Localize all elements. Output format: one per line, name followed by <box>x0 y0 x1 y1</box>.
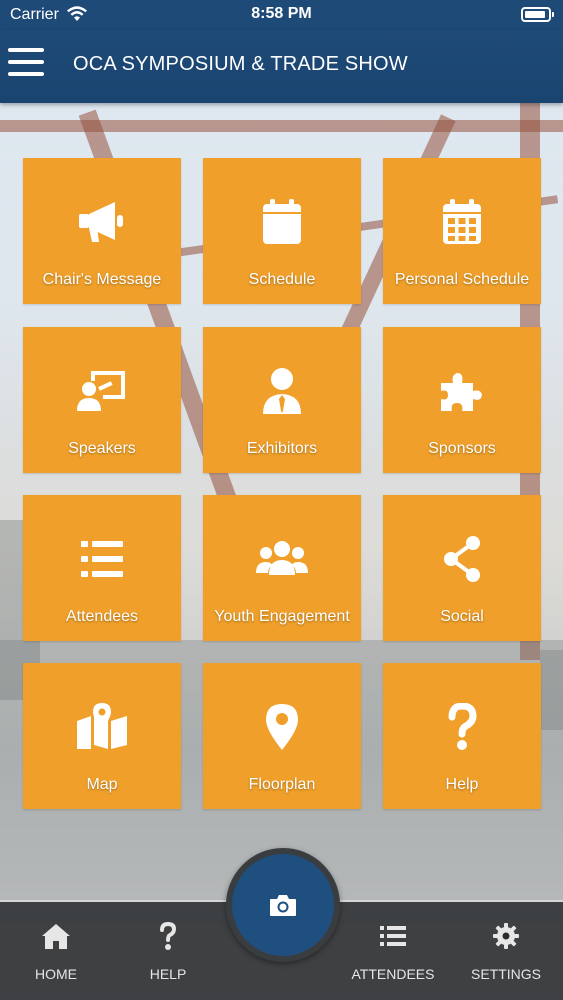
app-title: OCA SYMPOSIUM & TRADE SHOW <box>73 53 408 75</box>
tile-label: Social <box>440 608 484 625</box>
tile-map[interactable]: Map <box>23 663 181 809</box>
map-icon <box>75 703 129 751</box>
tile-label: Map <box>86 776 118 793</box>
share-icon <box>435 535 489 583</box>
tile-label: Speakers <box>68 440 136 457</box>
list-icon <box>380 926 406 946</box>
group-icon <box>255 535 309 583</box>
clock: 8:58 PM <box>251 5 312 22</box>
status-bar: Carrier 8:58 PM <box>0 0 563 30</box>
tile-social[interactable]: Social <box>383 495 541 641</box>
gear-icon <box>493 923 519 949</box>
tile-label: Sponsors <box>428 440 496 457</box>
camera-button[interactable] <box>226 848 340 962</box>
list-icon <box>75 535 129 583</box>
calendar-grid-icon <box>435 198 489 246</box>
tile-floorplan[interactable]: Floorplan <box>203 663 361 809</box>
battery-icon <box>521 7 554 22</box>
tab-label: HELP <box>149 966 187 982</box>
tile-label: Chair's Message <box>42 271 162 288</box>
tab-label: SETTINGS <box>470 966 541 982</box>
tile-attendees[interactable]: Attendees <box>23 495 181 641</box>
tile-label: Exhibitors <box>246 440 318 457</box>
megaphone-icon <box>75 198 129 246</box>
tile-label: Floorplan <box>248 776 316 793</box>
tile-schedule[interactable]: Schedule <box>203 158 361 304</box>
calendar-icon <box>255 198 309 246</box>
tile-label: Help <box>445 776 479 793</box>
camera-icon <box>270 895 296 916</box>
home-icon <box>42 924 70 949</box>
tile-label: Schedule <box>248 271 316 288</box>
tile-label: Personal Schedule <box>394 271 530 288</box>
tile-speakers[interactable]: Speakers <box>23 327 181 473</box>
tile-chairs-message[interactable]: Chair's Message <box>23 158 181 304</box>
tab-label: ATTENDEES <box>351 966 435 982</box>
tab-label: HOME <box>35 966 77 982</box>
user-tie-icon <box>255 367 309 415</box>
menu-icon[interactable] <box>8 46 44 78</box>
question-icon <box>435 702 489 751</box>
tile-exhibitors[interactable]: Exhibitors <box>203 327 361 473</box>
puzzle-icon <box>435 367 489 415</box>
tab-home[interactable]: HOME <box>6 902 106 1000</box>
question-icon <box>160 922 177 950</box>
map-pin-icon <box>255 703 309 751</box>
tile-label: Youth Engagement <box>214 608 350 625</box>
tile-sponsors[interactable]: Sponsors <box>383 327 541 473</box>
presenter-icon <box>75 367 129 415</box>
tile-label: Attendees <box>65 608 139 625</box>
tile-youth-engagement[interactable]: Youth Engagement <box>203 495 361 641</box>
app-header: OCA SYMPOSIUM & TRADE SHOW <box>0 30 563 103</box>
tile-help[interactable]: Help <box>383 663 541 809</box>
tile-personal-schedule[interactable]: Personal Schedule <box>383 158 541 304</box>
tab-help[interactable]: HELP <box>118 902 218 1000</box>
tab-attendees[interactable]: ATTENDEES <box>343 902 443 1000</box>
tab-settings[interactable]: SETTINGS <box>456 902 556 1000</box>
